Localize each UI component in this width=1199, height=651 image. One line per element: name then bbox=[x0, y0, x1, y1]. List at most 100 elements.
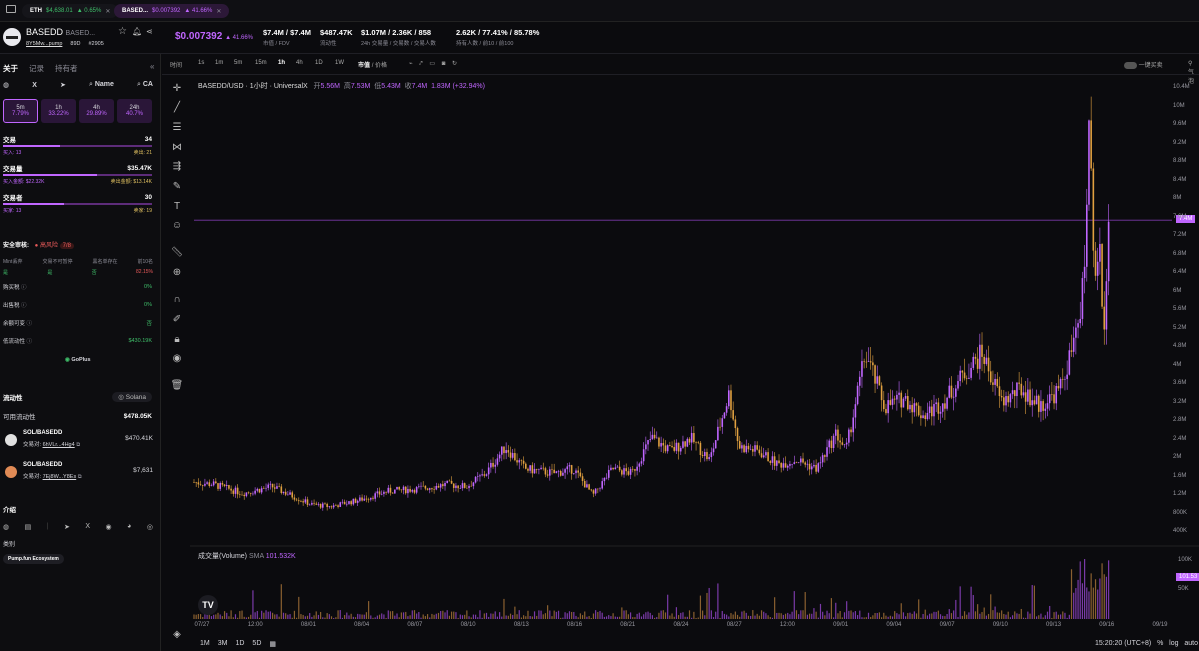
volume-bar bbox=[948, 609, 950, 619]
volume-bar bbox=[217, 612, 219, 619]
help-icon[interactable]: ⓘ bbox=[21, 285, 27, 291]
github-icon[interactable]: ◕ bbox=[127, 523, 131, 531]
candle-body bbox=[269, 483, 272, 485]
x-tick: 07/27 bbox=[194, 622, 210, 628]
candle-body bbox=[348, 501, 350, 504]
candle-body bbox=[1020, 383, 1023, 396]
pool-2[interactable]: SOL/BASEDD 交易对: 7Ej8W...Y8Es ⧉ $7,631 bbox=[3, 460, 153, 486]
tf-4h[interactable]: 4h 29.89% bbox=[79, 99, 114, 123]
tab-basedd[interactable]: BASED... $0.007392 ▲ 41.66% ✕ bbox=[114, 4, 230, 18]
volume-bar bbox=[1053, 612, 1055, 619]
bottom-controls: 15:20:20 (UTC+8) % log auto bbox=[1095, 640, 1198, 647]
bell-icon[interactable]: 🔔︎ bbox=[132, 27, 142, 36]
tab-change: ▲ 0.65% bbox=[76, 8, 102, 14]
candle-body bbox=[839, 440, 841, 443]
candle-body bbox=[542, 467, 545, 469]
close-icon[interactable]: ✕ bbox=[105, 8, 110, 15]
candle-body bbox=[666, 445, 669, 452]
tf-1h[interactable]: 1h 33.22% bbox=[41, 99, 76, 123]
telegram-icon[interactable]: ➤ bbox=[64, 523, 70, 531]
volume-bar bbox=[311, 616, 313, 619]
star-icon[interactable]: ☆ bbox=[118, 26, 127, 37]
candle-body bbox=[1037, 395, 1040, 412]
tab-symbol: ETH bbox=[30, 8, 42, 14]
globe-icon[interactable]: ◍ bbox=[3, 81, 9, 89]
search-name-button[interactable]: ⌕ Name bbox=[89, 81, 114, 89]
candle-body bbox=[957, 381, 959, 389]
search-ca-button[interactable]: ⌕ CA bbox=[137, 81, 153, 89]
tradingview-logo[interactable]: TV bbox=[198, 595, 218, 615]
y-tick: 6.4M bbox=[1173, 269, 1187, 275]
range-1d[interactable]: 1D bbox=[235, 640, 244, 648]
candle-body bbox=[468, 485, 470, 489]
help-icon[interactable]: ⓘ bbox=[21, 303, 27, 309]
volume-bar bbox=[322, 617, 324, 619]
percent-toggle[interactable]: % bbox=[1157, 640, 1163, 647]
stat-bar bbox=[3, 174, 152, 176]
volume-bar bbox=[859, 610, 861, 619]
volume-bar bbox=[795, 610, 798, 619]
candle-body bbox=[418, 486, 420, 488]
globe-icon[interactable]: ◍ bbox=[3, 523, 9, 531]
volume-bar bbox=[215, 614, 217, 619]
range-1m[interactable]: 1M bbox=[200, 640, 210, 648]
volume-bar bbox=[865, 617, 867, 619]
candle-body bbox=[858, 376, 861, 386]
volume-bar bbox=[271, 612, 274, 619]
volume-bar bbox=[219, 614, 221, 619]
candle-body bbox=[963, 372, 966, 379]
candle-body bbox=[675, 442, 678, 451]
tf-5m[interactable]: 5m 7.79% bbox=[3, 99, 38, 123]
candle-body bbox=[793, 462, 796, 464]
volume-bar bbox=[601, 612, 603, 619]
reddit-icon[interactable]: ◎ bbox=[147, 523, 153, 531]
stat-liquidity: $487.47K 流动性 bbox=[320, 28, 353, 47]
contract-address[interactable]: 8Y5Mw...pump bbox=[26, 41, 62, 47]
tab-records[interactable]: 记录 bbox=[29, 63, 44, 74]
volume-bar bbox=[719, 617, 721, 619]
y-tick: 5.6M bbox=[1173, 306, 1187, 312]
candle-body bbox=[1048, 394, 1051, 404]
volume-bar bbox=[905, 616, 907, 619]
candle-body bbox=[1066, 374, 1068, 380]
candle-body bbox=[1105, 281, 1108, 330]
range-5d[interactable]: 5D bbox=[252, 640, 261, 648]
candle-body bbox=[968, 377, 970, 379]
share-icon[interactable]: ⋖ bbox=[146, 27, 153, 36]
candle-body bbox=[920, 415, 922, 419]
log-toggle[interactable]: log bbox=[1169, 640, 1178, 647]
candle-body bbox=[1099, 243, 1101, 262]
candle-body bbox=[1059, 378, 1062, 389]
discord-icon[interactable]: ◉ bbox=[106, 523, 112, 531]
volume-bar bbox=[459, 614, 461, 619]
volume-bar bbox=[361, 614, 363, 619]
close-icon[interactable]: ✕ bbox=[216, 8, 221, 15]
tab-eth[interactable]: ETH $4,638.01 ▲ 0.65% ✕ bbox=[22, 4, 119, 18]
calendar-icon[interactable]: ▦ bbox=[269, 640, 276, 648]
candle-body bbox=[1092, 168, 1095, 251]
monitor-icon[interactable] bbox=[6, 5, 16, 13]
candle-body bbox=[985, 357, 988, 364]
range-3m[interactable]: 3M bbox=[218, 640, 228, 648]
telegram-icon[interactable]: ➤ bbox=[60, 81, 66, 89]
volume-bar bbox=[985, 615, 987, 619]
tab-about[interactable]: 关于 bbox=[3, 63, 18, 74]
help-icon[interactable]: ⓘ bbox=[27, 339, 33, 345]
doc-icon[interactable]: ▤ bbox=[25, 523, 32, 531]
candle-body bbox=[869, 361, 872, 363]
tab-holders[interactable]: 持有者 bbox=[55, 63, 78, 74]
category-tag[interactable]: Pump.fun Ecosystem bbox=[3, 554, 64, 564]
candle-body bbox=[225, 485, 228, 486]
help-icon[interactable]: ⓘ bbox=[27, 321, 33, 327]
candle-body bbox=[363, 498, 366, 501]
x-icon[interactable]: X bbox=[85, 523, 90, 531]
volume-bar bbox=[387, 610, 389, 619]
candle-body bbox=[906, 396, 909, 410]
tf-24h[interactable]: 24h 40.7% bbox=[117, 99, 152, 123]
stat-bar-fill bbox=[3, 145, 60, 147]
auto-toggle[interactable]: auto bbox=[1184, 640, 1198, 647]
pool-1[interactable]: SOL/BASEDD 交易对: 6hVLr...4Hg4 ⧉ $470.41K bbox=[3, 428, 153, 454]
collapse-icon[interactable]: « bbox=[150, 62, 154, 71]
x-icon[interactable]: X bbox=[32, 82, 37, 89]
price-chart[interactable]: 100K 50K bbox=[162, 54, 1199, 651]
